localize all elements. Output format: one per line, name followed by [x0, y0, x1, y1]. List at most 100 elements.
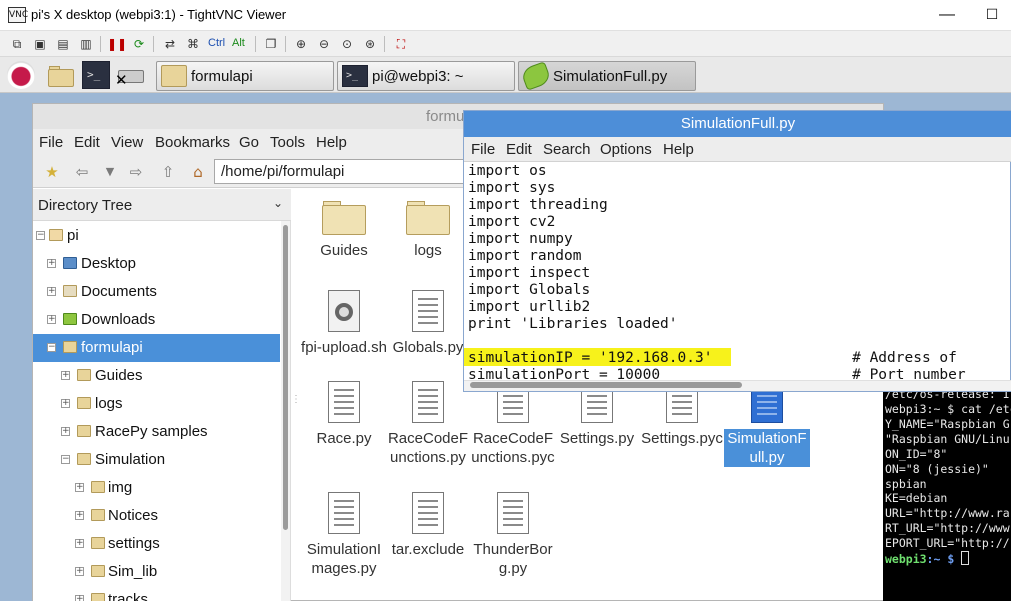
- pause-icon[interactable]: ❚❚: [107, 35, 127, 53]
- tree-expander[interactable]: +: [47, 287, 56, 296]
- ctrl-icon[interactable]: Ctrl: [208, 37, 225, 49]
- tree-expander[interactable]: −: [61, 455, 70, 464]
- file-item[interactable]: RaceCodeFunctions.py: [385, 381, 471, 467]
- taskbar-item-formulapi[interactable]: formulapi: [156, 61, 334, 91]
- tree-item-racepy-samples[interactable]: + RacePy samples: [33, 418, 280, 446]
- options-icon[interactable]: ▤: [54, 35, 72, 53]
- zoom-in-icon[interactable]: ⊕: [292, 35, 310, 53]
- menu-bookmarks[interactable]: Bookmarks: [155, 134, 230, 151]
- history-dropdown-icon[interactable]: ▼: [99, 162, 121, 182]
- file-label: fpi-upload.sh: [301, 339, 387, 356]
- editor-menu-help[interactable]: Help: [663, 141, 694, 158]
- new-connection-icon[interactable]: ⧉: [8, 35, 26, 53]
- editor-menu-options[interactable]: Options: [600, 141, 652, 158]
- tree-expander[interactable]: +: [75, 539, 84, 548]
- forward-icon[interactable]: ⇨: [125, 162, 147, 182]
- menu-file[interactable]: File: [39, 134, 63, 151]
- terminal-line: RT_URL="http://www: [885, 521, 1010, 535]
- menu-edit[interactable]: Edit: [74, 134, 100, 151]
- taskbar-item-terminal[interactable]: >_ pi@webpi3: ~: [337, 61, 515, 91]
- taskbar-item-simulationfull[interactable]: SimulationFull.py: [518, 61, 696, 91]
- tree-expander[interactable]: +: [61, 427, 70, 436]
- file-item[interactable]: tar.exclude: [385, 492, 471, 559]
- terminal-launcher-icon[interactable]: >_: [82, 61, 110, 89]
- document-icon: [328, 381, 360, 423]
- terminal-line: EPORT_URL="http://: [885, 536, 1010, 550]
- file-item[interactable]: ThunderBorg.py: [470, 492, 556, 578]
- editor-menu-file[interactable]: File: [471, 141, 495, 158]
- tree-item-pi[interactable]: − pi: [33, 222, 280, 250]
- file-item[interactable]: RaceCodeFunctions.pyc: [470, 381, 556, 467]
- tree-item-logs[interactable]: + logs: [33, 390, 280, 418]
- tree-expander[interactable]: +: [75, 483, 84, 492]
- directory-tree-pane[interactable]: Directory Tree ⌄ − pi + Desktop + Docume…: [33, 189, 291, 601]
- menu-go[interactable]: Go: [239, 134, 259, 151]
- tree-item-tracks[interactable]: + tracks: [33, 586, 280, 601]
- menu-view[interactable]: View: [111, 134, 143, 151]
- tree-item-downloads[interactable]: + Downloads: [33, 306, 280, 334]
- code-editor-area[interactable]: import os import sys import threading im…: [464, 162, 1011, 380]
- tree-item-desktop[interactable]: + Desktop: [33, 250, 280, 278]
- home-icon[interactable]: ⌂: [187, 162, 209, 182]
- clipboard-icon[interactable]: ❐: [262, 35, 280, 53]
- up-icon[interactable]: ⇧: [157, 162, 179, 182]
- tree-expander[interactable]: +: [61, 399, 70, 408]
- tree-item-sim-lib[interactable]: + Sim_lib: [33, 558, 280, 586]
- send-ctrl-alt-del-icon[interactable]: ⌘: [184, 35, 202, 53]
- new-tab-icon[interactable]: ★: [41, 162, 63, 182]
- pane-resize-handle[interactable]: ⋮: [291, 394, 301, 414]
- raspberry-menu-icon[interactable]: [7, 61, 35, 89]
- zoom-100-icon[interactable]: ⊙: [338, 35, 356, 53]
- tree-expander[interactable]: +: [75, 567, 84, 576]
- tree-item-guides[interactable]: + Guides: [33, 362, 280, 390]
- terminal-line: "Raspbian GNU/Linu: [885, 432, 1010, 446]
- tree-scrollbar-thumb[interactable]: [283, 225, 288, 530]
- tree-item-simulation[interactable]: − Simulation: [33, 446, 280, 474]
- file-item[interactable]: Globals.py: [385, 290, 471, 357]
- tree-expander[interactable]: +: [47, 259, 56, 268]
- tree-expander[interactable]: −: [36, 231, 45, 240]
- maximize-button[interactable]: ☐: [980, 6, 1004, 26]
- file-label: Race.py: [316, 430, 372, 447]
- editor-scrollbar-thumb[interactable]: [470, 382, 742, 388]
- alt-icon[interactable]: Alt: [232, 37, 245, 49]
- file-item-selected[interactable]: SimulationFull.py: [724, 381, 810, 467]
- file-item[interactable]: Race.py: [301, 381, 387, 448]
- back-icon[interactable]: ⇦: [71, 162, 93, 182]
- refresh-icon[interactable]: ⟳: [130, 35, 148, 53]
- chevron-down-icon[interactable]: ⌄: [273, 196, 283, 210]
- terminal-window[interactable]: /etc/os-release: I webpi3:~ $ cat /etc/ …: [883, 385, 1011, 601]
- keyboard-icon[interactable]: ✕: [115, 61, 147, 89]
- menu-help[interactable]: Help: [316, 134, 347, 151]
- tree-item-formulapi[interactable]: − formulapi: [33, 334, 280, 362]
- zoom-out-icon[interactable]: ⊖: [315, 35, 333, 53]
- file-manager-launcher-icon[interactable]: [47, 61, 75, 89]
- tree-expander[interactable]: +: [75, 595, 84, 601]
- terminal-prompt[interactable]: webpi3:~ $: [885, 551, 970, 566]
- file-item[interactable]: SimulationImages.py: [301, 492, 387, 578]
- editor-menu-edit[interactable]: Edit: [506, 141, 532, 158]
- file-item[interactable]: logs: [385, 199, 471, 260]
- tree-expander[interactable]: +: [61, 371, 70, 380]
- code-line: import numpy: [468, 231, 573, 247]
- tree-expander[interactable]: +: [75, 511, 84, 520]
- zoom-fit-icon[interactable]: ⊛: [361, 35, 379, 53]
- toolbar-separator: [285, 36, 286, 52]
- tree-item-img[interactable]: + img: [33, 474, 280, 502]
- editor-window[interactable]: SimulationFull.py File Edit Search Optio…: [463, 110, 1011, 392]
- tree-item-settings[interactable]: + settings: [33, 530, 280, 558]
- menu-tools[interactable]: Tools: [270, 134, 305, 151]
- minimize-button[interactable]: —: [935, 6, 959, 26]
- file-item[interactable]: fpi-upload.sh: [301, 290, 387, 357]
- save-icon[interactable]: ▣: [31, 35, 49, 53]
- transfer-icon[interactable]: ⇄: [161, 35, 179, 53]
- info-icon[interactable]: ▥: [77, 35, 95, 53]
- editor-menu-search[interactable]: Search: [543, 141, 591, 158]
- file-label: Settings.pyc: [641, 430, 723, 447]
- tree-item-documents[interactable]: + Documents: [33, 278, 280, 306]
- file-item[interactable]: Guides: [301, 199, 387, 260]
- tree-expander[interactable]: +: [47, 315, 56, 324]
- tree-expander[interactable]: −: [47, 343, 56, 352]
- tree-item-notices[interactable]: + Notices: [33, 502, 280, 530]
- fullscreen-icon[interactable]: ⛶: [392, 35, 410, 53]
